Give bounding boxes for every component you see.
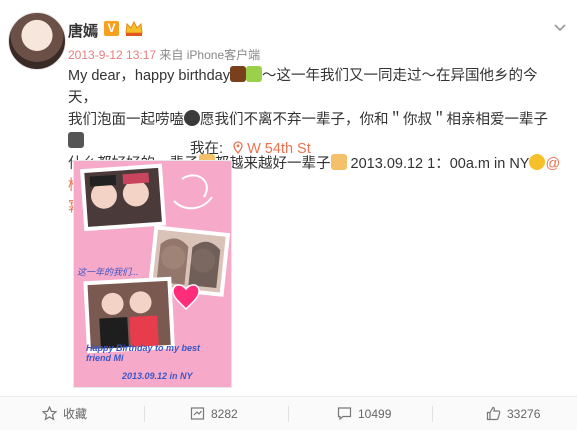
chevron-down-icon[interactable]	[553, 20, 567, 34]
post-source: 来自 iPhone客户端	[159, 48, 261, 62]
cake-emoji-icon	[230, 66, 246, 82]
location: 我在: W 54th St	[190, 137, 311, 158]
repost-icon	[190, 407, 205, 420]
couple-emoji-icon	[68, 132, 84, 148]
photo-caption-birthday: Happy Birthday to my best friend Mi	[86, 343, 201, 363]
photo-caption-date: 2013.09.12 in NY	[122, 371, 193, 381]
location-place: W 54th St	[247, 141, 311, 157]
action-bar: 收藏 8282 10499 33276	[0, 396, 577, 430]
post-text-line2a: 我们泡面一起唠嗑	[68, 112, 184, 128]
post-time[interactable]: 2013-9-12 13:17	[68, 48, 156, 62]
noodle-bowl-emoji-icon	[184, 110, 200, 126]
divider	[288, 406, 289, 422]
user-name[interactable]: 唐嫣	[68, 20, 98, 41]
kiss-emoji-icon	[529, 154, 546, 170]
star-icon	[42, 406, 57, 421]
location-prefix: 我在:	[190, 141, 224, 157]
map-pin-icon	[233, 141, 243, 154]
comment-button[interactable]: 10499	[337, 397, 391, 430]
repost-count: 8282	[211, 406, 238, 421]
repost-button[interactable]: 8282	[190, 397, 238, 430]
post-text-line3c: 2013.09.12 1：00a.m in NY	[346, 156, 530, 172]
divider	[432, 406, 433, 422]
photo-caption-top: 这一年的我们...	[77, 267, 139, 277]
post-text-line2c: ，你和＂你叔＂相亲相爱一辈子	[345, 112, 548, 128]
comment-count: 10499	[358, 406, 392, 421]
favorite-label: 收藏	[63, 407, 88, 421]
thumbs-up-emoji-icon	[330, 154, 347, 170]
post-meta: 2013-9-12 13:17 来自 iPhone客户端	[68, 46, 260, 63]
post-text-line1: My dear，happy birthday	[68, 68, 230, 84]
like-count: 33276	[507, 406, 541, 421]
post-photo[interactable]: 这一年的我们... Happy Birthday to my best frie…	[73, 160, 232, 388]
verified-badge-icon: V	[104, 21, 119, 36]
favorite-button[interactable]: 收藏	[42, 397, 87, 430]
thumbs-up-icon	[486, 406, 501, 421]
like-button[interactable]: 33276	[486, 397, 540, 430]
comment-icon	[337, 407, 352, 421]
avatar[interactable]	[8, 12, 66, 70]
location-link[interactable]: W 54th St	[233, 141, 311, 157]
crown-icon	[125, 20, 143, 36]
post-text-line2b: 愿我们不离不弃一辈子	[200, 112, 345, 128]
divider	[144, 406, 145, 422]
gift-emoji-icon	[246, 66, 262, 82]
